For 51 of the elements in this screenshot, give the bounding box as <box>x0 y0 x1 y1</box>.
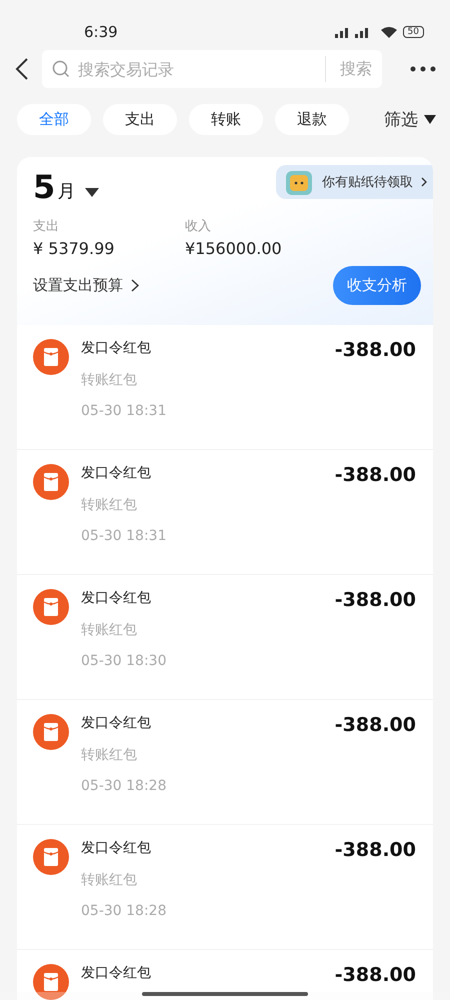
transaction-time: 05-30 18:28 <box>81 778 168 794</box>
transaction-title[interactable]: 发口令红包 <box>81 839 151 857</box>
transaction-category: 转账红包 <box>81 371 138 389</box>
status-time: 6:39 <box>84 23 118 41</box>
transaction-category: 转账红包 <box>81 871 138 889</box>
caret-icon <box>424 115 436 124</box>
caret-icon[interactable] <box>85 188 100 197</box>
transaction-title[interactable]: 发口令红包 <box>81 964 151 982</box>
transaction-amount: -388.00 <box>334 464 416 488</box>
transaction-amount: -388.00 <box>334 589 416 613</box>
transaction-time: 05-30 18:28 <box>81 903 168 919</box>
month-number[interactable]: 5 <box>33 171 56 203</box>
transaction-amount: -388.00 <box>334 339 416 363</box>
sticker-text: 你有贴纸待领取 <box>322 174 413 191</box>
filter-tab[interactable]: 全部 <box>17 104 91 135</box>
transaction-time: 05-30 18:30 <box>81 653 168 669</box>
battery-icon: 50 <box>402 26 424 38</box>
envelope-icon <box>33 339 69 375</box>
transaction-title[interactable]: 发口令红包 <box>81 714 151 732</box>
chevron-icon <box>421 177 427 187</box>
month-unit[interactable]: 月 <box>57 179 76 203</box>
transaction-amount: -388.00 <box>334 714 416 738</box>
expense-amount: ¥ 5379.99 <box>33 239 116 258</box>
filter-tab[interactable]: 转账 <box>189 104 263 135</box>
transaction-amount: -388.00 <box>334 839 416 863</box>
budget-link[interactable]: 设置支出预算 <box>33 276 139 295</box>
transaction-title[interactable]: 发口令红包 <box>81 339 151 357</box>
transaction-category: 转账红包 <box>81 621 138 639</box>
income-amount: ¥156000.00 <box>185 239 283 258</box>
income-label: 收入 <box>185 218 212 235</box>
transaction-title[interactable]: 发口令红包 <box>81 464 151 482</box>
envelope-icon <box>33 714 69 750</box>
transaction-amount: -388.00 <box>334 964 416 988</box>
filter-tab[interactable]: 支出 <box>103 104 177 135</box>
transaction-category: 转账红包 <box>81 746 138 764</box>
analysis-button[interactable]: 收支分析 <box>333 266 421 305</box>
sticker-banner[interactable]: 你有贴纸待领取 <box>276 165 433 199</box>
envelope-icon <box>33 839 69 875</box>
transaction-title[interactable]: 发口令红包 <box>81 589 151 607</box>
filter-menu-button[interactable]: 筛选 <box>384 108 436 131</box>
transaction-time: 05-30 18:31 <box>81 403 168 419</box>
filter-tab[interactable]: 退款 <box>275 104 349 135</box>
transaction-time: 05-30 18:31 <box>81 528 168 544</box>
chevron-icon <box>131 279 139 292</box>
transaction-category: 转账红包 <box>81 496 138 514</box>
envelope-icon <box>33 464 69 500</box>
expense-label: 支出 <box>33 218 60 235</box>
more-icon[interactable] <box>410 65 436 73</box>
search-icon <box>52 60 70 78</box>
wifi-icon <box>380 26 397 38</box>
envelope-icon <box>33 589 69 625</box>
